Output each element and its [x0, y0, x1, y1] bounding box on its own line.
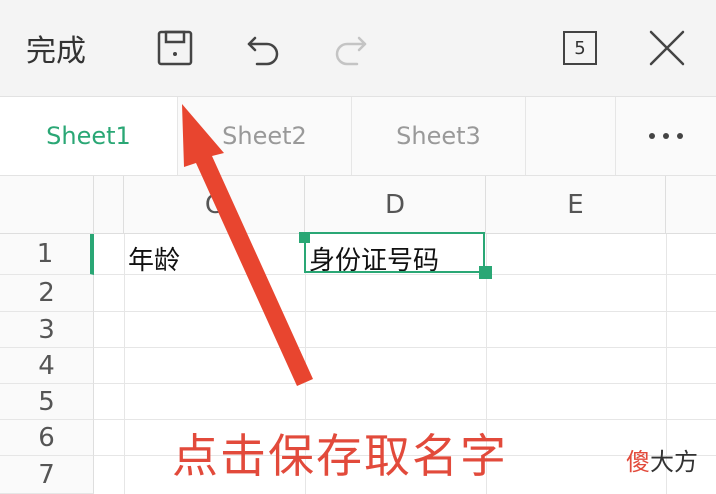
arrow-icon [182, 104, 313, 386]
watermark: 傻大方 [626, 442, 698, 477]
annotation-text: 点击保存取名字 [172, 429, 508, 483]
watermark-rest: 大方 [650, 448, 698, 476]
watermark-first-char: 傻 [626, 448, 650, 476]
